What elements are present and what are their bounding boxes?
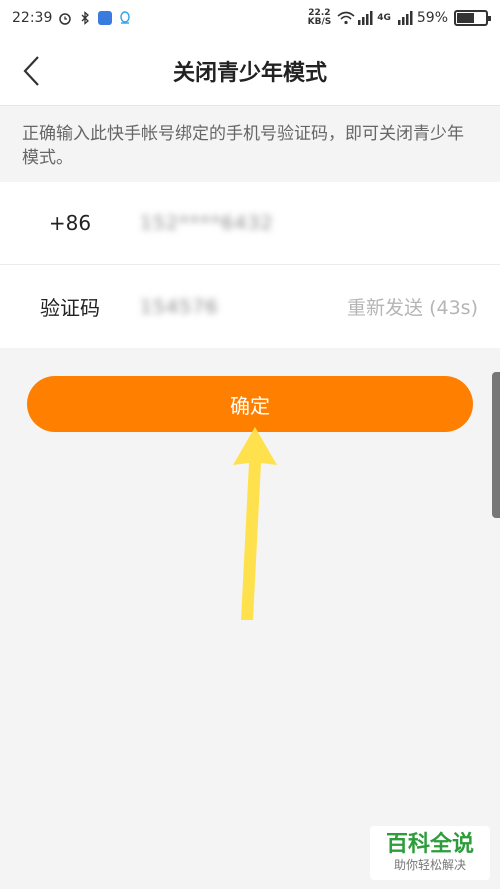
battery-fill: [457, 13, 474, 23]
code-row: 验证码 154576 重新发送 (43s): [0, 265, 500, 348]
battery-icon: [454, 10, 491, 26]
status-left: 22:39: [12, 10, 132, 26]
watermark-main: 百科全说: [385, 832, 474, 857]
chevron-left-icon: [23, 56, 39, 86]
country-code[interactable]: +86: [0, 211, 140, 235]
confirm-button[interactable]: 确定: [27, 376, 473, 432]
speed-unit: KB/S: [307, 17, 332, 27]
resend-button[interactable]: 重新发送 (43s): [347, 293, 478, 320]
code-input[interactable]: 154576: [140, 296, 219, 318]
scroll-indicator[interactable]: [492, 372, 500, 518]
signal-icon-2: [397, 11, 413, 25]
code-label: 验证码: [40, 296, 100, 320]
hint-text: 正确输入此快手帐号绑定的手机号验证码，即可关闭青少年模式。: [0, 106, 500, 182]
page-title: 关闭青少年模式: [172, 60, 327, 86]
phone-row: +86 152****6432: [0, 182, 500, 265]
nav-bar: 关闭青少年模式: [0, 36, 500, 106]
bluetooth-icon: [78, 11, 92, 25]
status-right: 22.2 KB/S 4G 59%: [308, 9, 491, 27]
phone-number-field[interactable]: 152****6432: [140, 212, 274, 234]
network-speed: 22.2 KB/S: [308, 9, 332, 27]
wifi-icon: [337, 11, 355, 25]
back-button[interactable]: [14, 53, 50, 89]
qq-icon: [118, 11, 132, 25]
signal-icon: [357, 11, 373, 25]
network-type: 4G: [377, 13, 391, 23]
battery-percent: 59%: [416, 10, 448, 26]
watermark: 百科全说 助你轻松解决: [370, 826, 490, 880]
shield-icon: [98, 11, 113, 25]
verify-form: +86 152****6432 验证码 154576 重新发送 (43s): [0, 182, 500, 348]
watermark-sub: 助你轻松解决: [393, 858, 466, 872]
status-time: 22:39: [12, 10, 53, 26]
alarm-icon: [58, 11, 72, 25]
status-bar: 22:39 22.2 KB/S 4G 59%: [0, 0, 500, 36]
arrow-annotation: [233, 427, 277, 620]
